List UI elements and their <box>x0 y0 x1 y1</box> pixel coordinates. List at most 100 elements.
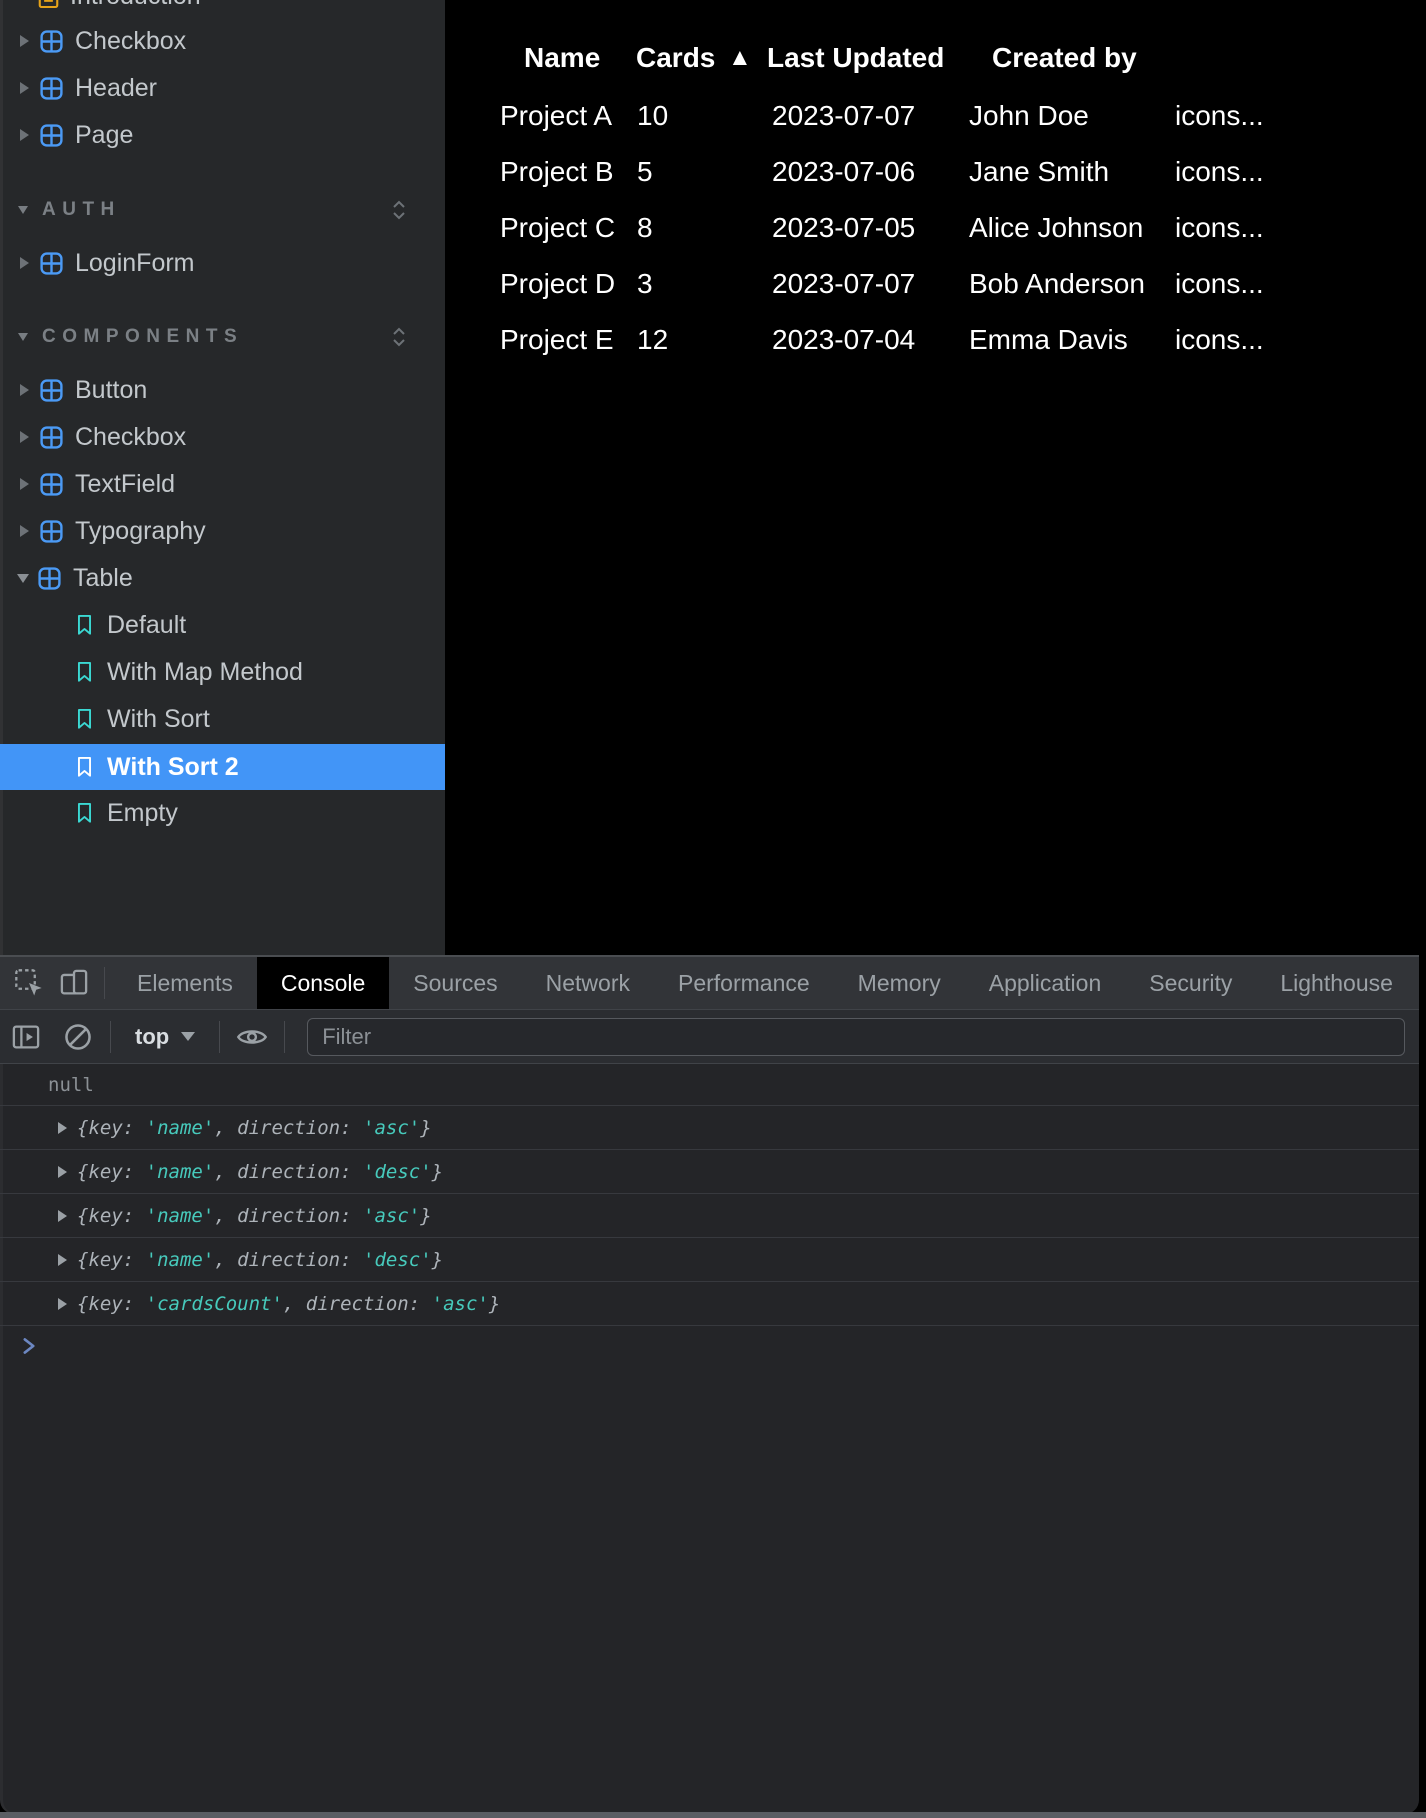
object-text: , direction: <box>214 1161 363 1183</box>
expand-collapse-icon[interactable] <box>387 324 411 350</box>
cell-icons: icons... <box>1175 150 1264 194</box>
tab-sources[interactable]: Sources <box>389 957 521 1009</box>
sidebar-item-header[interactable]: Header <box>0 66 445 110</box>
cell-created-by: Jane Smith <box>969 150 1109 194</box>
column-header-name[interactable]: Name <box>524 36 600 80</box>
sidebar-item-label: Checkbox <box>75 423 186 452</box>
sidebar-section-auth[interactable]: AUTH <box>0 188 445 232</box>
console-log-row[interactable]: {key: 'name', direction: 'desc'} <box>0 1150 1419 1194</box>
sidebar-item-textfield[interactable]: TextField <box>0 462 445 506</box>
sidebar-story-default[interactable]: Default <box>0 603 445 647</box>
table-row: Project A 10 2023-07-07 John Doe icons..… <box>445 94 1426 138</box>
caret-right-icon[interactable] <box>20 384 29 396</box>
caret-down-icon[interactable] <box>17 574 29 583</box>
cell-updated: 2023-07-04 <box>772 318 915 362</box>
tab-application[interactable]: Application <box>965 957 1126 1009</box>
object-string: 'name' <box>146 1205 215 1227</box>
expand-arrow-icon[interactable] <box>58 1210 67 1222</box>
caret-down-icon[interactable] <box>18 206 28 214</box>
devtools-panel: Elements Console Sources Network Perform… <box>0 955 1419 1814</box>
cell-name: Project A <box>500 94 612 138</box>
clear-console-icon[interactable] <box>56 1010 100 1063</box>
caret-right-icon[interactable] <box>20 35 29 47</box>
object-text: } <box>432 1161 443 1183</box>
inspect-icon[interactable] <box>6 957 52 1009</box>
sidebar-story-with-sort-2[interactable]: With Sort 2 <box>0 744 445 790</box>
tab-security[interactable]: Security <box>1125 957 1256 1009</box>
devtools-tabbar: Elements Console Sources Network Perform… <box>0 957 1419 1010</box>
window-bottom-edge <box>0 1812 1426 1818</box>
context-selector[interactable]: top <box>135 1024 195 1050</box>
caret-right-icon[interactable] <box>20 129 29 141</box>
sidebar-item-table[interactable]: Table <box>0 556 445 600</box>
cell-updated: 2023-07-07 <box>772 262 915 306</box>
sidebar-story-with-map-method[interactable]: With Map Method <box>0 650 445 694</box>
console-sidebar-toggle-icon[interactable] <box>4 1010 48 1063</box>
bookmark-icon <box>75 707 94 731</box>
eye-icon[interactable] <box>230 1010 274 1063</box>
sidebar-item-page[interactable]: Page <box>0 113 445 157</box>
sort-ascending-icon[interactable]: ▲ <box>728 36 752 80</box>
object-text: {key: <box>77 1205 146 1227</box>
console-log-row[interactable]: {key: 'name', direction: 'asc'} <box>0 1194 1419 1238</box>
console-log-row[interactable]: {key: 'name', direction: 'desc'} <box>0 1238 1419 1282</box>
caret-right-icon[interactable] <box>20 478 29 490</box>
console-log-row[interactable]: null <box>0 1064 1419 1106</box>
column-header-cards[interactable]: Cards <box>636 36 715 80</box>
sidebar-item-checkbox-2[interactable]: Checkbox <box>0 415 445 459</box>
cell-name: Project E <box>500 318 614 362</box>
object-text: } <box>432 1249 443 1271</box>
sidebar-item-label: Button <box>75 376 147 405</box>
tab-console[interactable]: Console <box>257 957 389 1009</box>
sidebar-section-components[interactable]: COMPONENTS <box>0 315 445 359</box>
tab-memory[interactable]: Memory <box>834 957 965 1009</box>
expand-arrow-icon[interactable] <box>58 1122 67 1134</box>
component-grid-icon <box>39 76 64 101</box>
caret-right-icon[interactable] <box>20 257 29 269</box>
tab-lighthouse[interactable]: Lighthouse <box>1256 957 1417 1009</box>
console-prompt-icon <box>22 1337 37 1355</box>
sidebar-story-with-sort[interactable]: With Sort <box>0 697 445 741</box>
expand-arrow-icon[interactable] <box>58 1254 67 1266</box>
object-string: 'name' <box>146 1117 215 1139</box>
component-grid-icon <box>39 123 64 148</box>
sidebar-item-introduction[interactable]: Introduction <box>0 0 445 18</box>
caret-right-icon[interactable] <box>20 431 29 443</box>
console-prompt[interactable] <box>0 1337 1419 1355</box>
cell-name: Project D <box>500 262 615 306</box>
sidebar-item-typography[interactable]: Typography <box>0 509 445 553</box>
expand-arrow-icon[interactable] <box>58 1166 67 1178</box>
expand-arrow-icon[interactable] <box>58 1298 67 1310</box>
column-header-created-by[interactable]: Created by <box>992 36 1137 80</box>
caret-right-icon[interactable] <box>20 525 29 537</box>
component-grid-icon <box>39 378 64 403</box>
expand-collapse-icon[interactable] <box>387 197 411 223</box>
sidebar-item-loginform[interactable]: LoginForm <box>0 241 445 285</box>
console-log-row[interactable]: {key: 'name', direction: 'asc'} <box>0 1106 1419 1150</box>
sidebar-item-checkbox[interactable]: Checkbox <box>0 19 445 63</box>
console-log-row[interactable]: {key: 'cardsCount', direction: 'asc'} <box>0 1282 1419 1326</box>
tab-performance[interactable]: Performance <box>654 957 834 1009</box>
table-row: Project E 12 2023-07-04 Emma Davis icons… <box>445 318 1426 362</box>
divider <box>219 1021 220 1053</box>
column-header-last-updated[interactable]: Last Updated <box>767 36 944 80</box>
sidebar-story-empty[interactable]: Empty <box>0 791 445 835</box>
table-row: Project B 5 2023-07-06 Jane Smith icons.… <box>445 150 1426 194</box>
console-filter-input[interactable] <box>307 1018 1405 1056</box>
cell-created-by: Bob Anderson <box>969 262 1145 306</box>
sidebar-item-label: TextField <box>75 470 175 499</box>
component-grid-icon <box>39 425 64 450</box>
object-string: 'desc' <box>363 1161 432 1183</box>
object-text: {key: <box>77 1161 146 1183</box>
object-string: 'cardsCount' <box>146 1293 283 1315</box>
document-icon <box>38 0 59 9</box>
bookmark-icon <box>75 755 94 779</box>
story-label: Default <box>107 611 186 640</box>
device-toolbar-icon[interactable] <box>52 957 96 1009</box>
sidebar-item-button[interactable]: Button <box>0 368 445 412</box>
cell-updated: 2023-07-07 <box>772 94 915 138</box>
tab-elements[interactable]: Elements <box>113 957 257 1009</box>
tab-network[interactable]: Network <box>522 957 654 1009</box>
caret-down-icon[interactable] <box>18 333 28 341</box>
caret-right-icon[interactable] <box>20 82 29 94</box>
